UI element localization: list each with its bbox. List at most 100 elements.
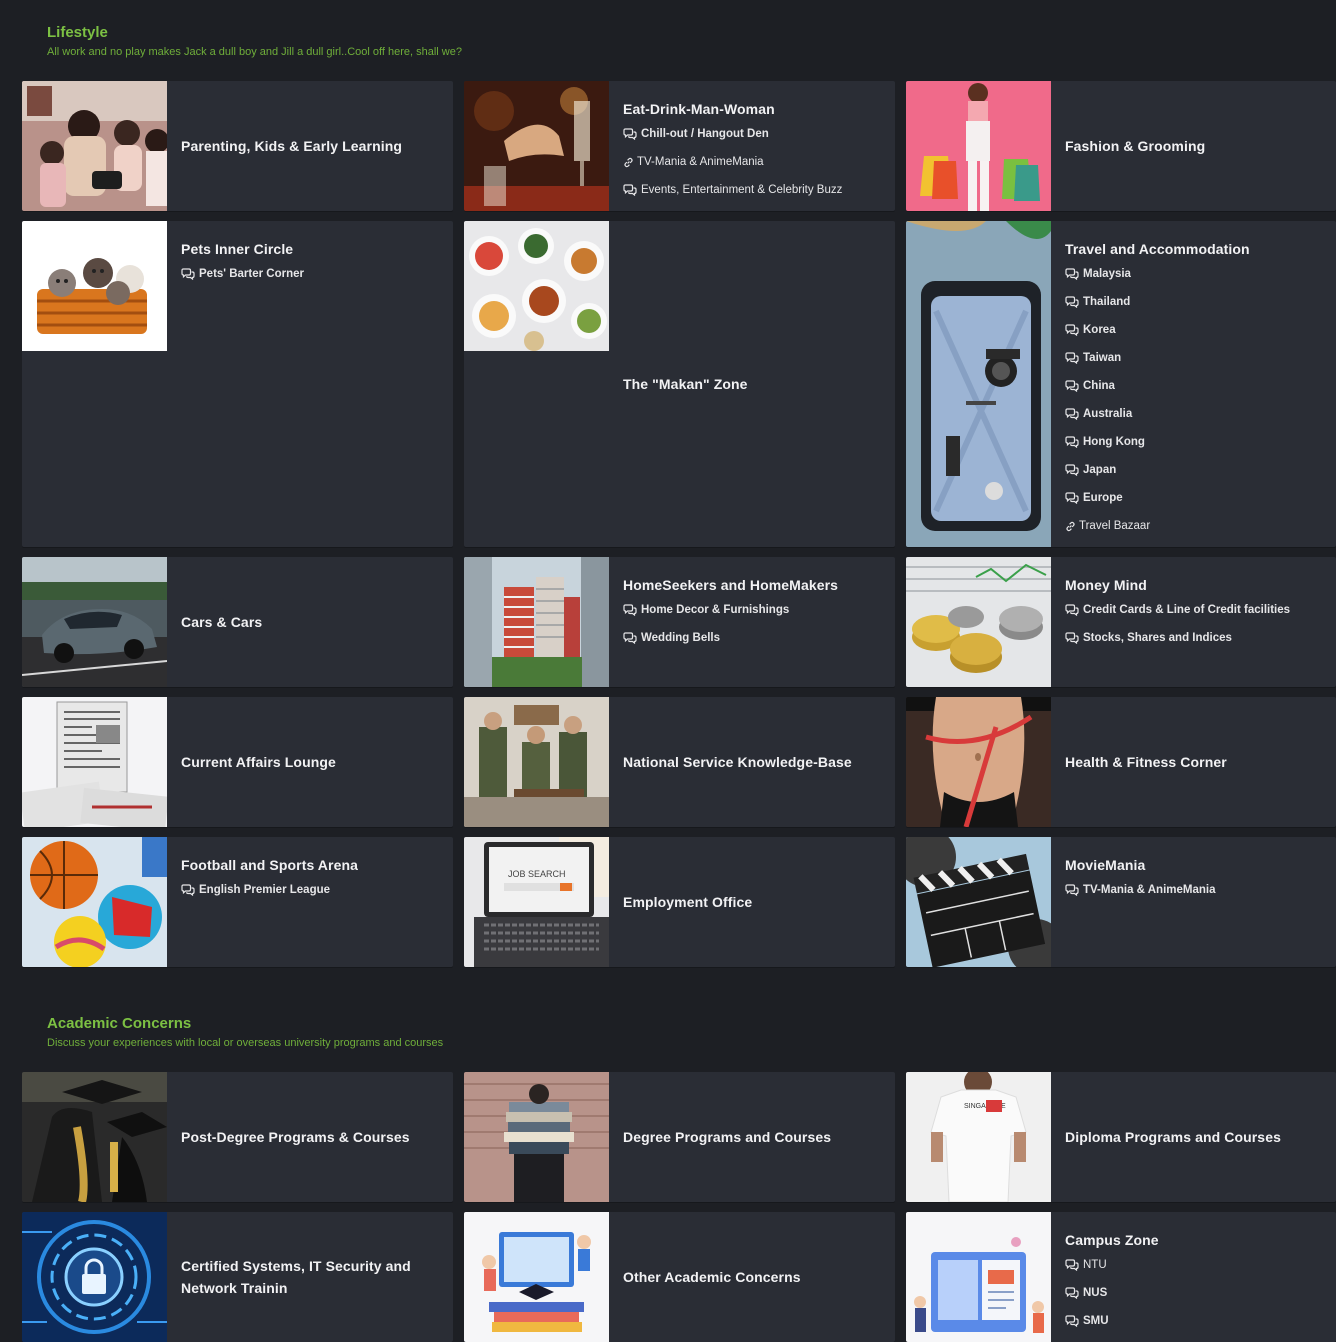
forum-card[interactable]: Other Academic Concerns <box>464 1212 895 1342</box>
subforum-link[interactable]: Travel Bazaar <box>1065 512 1326 540</box>
forum-card[interactable]: Money Mind Credit Cards & Line of Credit … <box>906 557 1336 687</box>
chat-icon <box>1065 632 1083 644</box>
forum-title[interactable]: The "Makan" Zone <box>623 373 885 395</box>
chat-icon <box>623 632 641 644</box>
forum-title[interactable]: Degree Programs and Courses <box>623 1126 885 1148</box>
forum-info: Post-Degree Programs & Courses <box>181 1072 443 1202</box>
balls-photo[interactable] <box>22 837 167 967</box>
subforum-link[interactable]: Events, Entertainment & Celebrity Buzz <box>623 176 885 204</box>
forum-card[interactable]: Parenting, Kids & Early Learning <box>22 81 453 211</box>
forum-title[interactable]: Post-Degree Programs & Courses <box>181 1126 443 1148</box>
forum-title[interactable]: Cars & Cars <box>181 611 443 633</box>
forum-card[interactable]: Post-Degree Programs & Courses <box>22 1072 453 1202</box>
forum-card[interactable]: Eat-Drink-Man-Woman Chill-out / Hangout D… <box>464 81 895 211</box>
subforum-link[interactable]: Thailand <box>1065 288 1326 316</box>
forum-card[interactable]: MovieMania TV-Mania & AnimeMania <box>906 837 1336 967</box>
forum-title[interactable]: Fashion & Grooming <box>1065 135 1326 157</box>
forum-title[interactable]: Parenting, Kids & Early Learning <box>181 135 443 157</box>
forum-card[interactable]: Health & Fitness Corner <box>906 697 1336 827</box>
forum-card[interactable]: HomeSeekers and HomeMakers Home Decor & F… <box>464 557 895 687</box>
subforum-link[interactable]: Hong Kong <box>1065 428 1326 456</box>
subforum-link[interactable]: TV-Mania & AnimeMania <box>1065 876 1326 904</box>
subforum-link[interactable]: Japan <box>1065 456 1326 484</box>
forum-title[interactable]: Health & Fitness Corner <box>1065 751 1326 773</box>
forum-card[interactable]: National Service Knowledge-Base <box>464 697 895 827</box>
security-photo[interactable] <box>22 1212 167 1342</box>
subforum-link[interactable]: Malaysia <box>1065 260 1326 288</box>
subforum-link[interactable]: Stocks, Shares and Indices <box>1065 624 1326 652</box>
chat-icon <box>1065 324 1083 336</box>
forum-title[interactable]: Campus Zone <box>1065 1229 1326 1251</box>
books-photo[interactable] <box>464 1072 609 1202</box>
forum-card[interactable]: Campus Zone NTU NUS SMU <box>906 1212 1336 1342</box>
shopping-photo[interactable] <box>906 81 1051 211</box>
forum-card[interactable]: Pets Inner Circle Pets' Barter Corner <box>22 221 453 547</box>
subforum-link[interactable]: NTU <box>1065 1251 1326 1279</box>
subforum-link[interactable]: Taiwan <box>1065 344 1326 372</box>
newspaper-photo[interactable] <box>22 697 167 827</box>
kittens-photo[interactable] <box>22 221 167 547</box>
family-photo[interactable] <box>22 81 167 211</box>
subforum-link[interactable]: SMU <box>1065 1307 1326 1335</box>
graduation-photo[interactable] <box>22 1072 167 1202</box>
subforum-label: Events, Entertainment & Celebrity Buzz <box>641 184 843 196</box>
subforum-link[interactable]: Wedding Bells <box>623 624 885 652</box>
forum-title[interactable]: Employment Office <box>623 891 885 913</box>
forum-info: HomeSeekers and HomeMakers Home Decor & F… <box>623 574 885 652</box>
soldiers-photo[interactable] <box>464 697 609 827</box>
forum-card[interactable]: Travel and Accommodation Malaysia Thailand… <box>906 221 1336 547</box>
buildings-photo[interactable] <box>464 557 609 687</box>
clapperboard-photo[interactable] <box>906 837 1051 967</box>
forum-title[interactable]: Current Affairs Lounge <box>181 751 443 773</box>
subforum-link[interactable]: Australia <box>1065 400 1326 428</box>
section-title[interactable]: Academic Concerns <box>47 1015 443 1033</box>
forum-title[interactable]: Other Academic Concerns <box>623 1266 885 1288</box>
subforum-link[interactable]: Home Decor & Furnishings <box>623 596 885 624</box>
forum-title[interactable]: Travel and Accommodation <box>1065 238 1326 260</box>
fitness-photo[interactable] <box>906 697 1051 827</box>
food-photo[interactable] <box>464 221 609 547</box>
subforum-link[interactable]: Korea <box>1065 316 1326 344</box>
subforum-link[interactable]: Chill-out / Hangout Den <box>623 120 885 148</box>
campus-illustration[interactable] <box>906 1212 1051 1342</box>
forum-title[interactable]: HomeSeekers and HomeMakers <box>623 574 885 596</box>
subforum-link[interactable]: China <box>1065 372 1326 400</box>
forum-title[interactable]: Diploma Programs and Courses <box>1065 1126 1326 1148</box>
forum-title[interactable]: Eat-Drink-Man-Woman <box>623 98 885 120</box>
coins-photo[interactable] <box>906 557 1051 687</box>
forum-card[interactable]: Football and Sports Arena English Premier… <box>22 837 453 967</box>
subforum-link[interactable]: Europe <box>1065 484 1326 512</box>
forum-title[interactable]: Money Mind <box>1065 574 1326 596</box>
forum-info: Current Affairs Lounge <box>181 697 443 827</box>
forum-title[interactable]: Certified Systems, IT Security and Netwo… <box>181 1255 443 1299</box>
dining-photo[interactable] <box>464 81 609 211</box>
forum-title[interactable]: Football and Sports Arena <box>181 854 443 876</box>
forum-card[interactable]: JOB SEARCH Employment Office <box>464 837 895 967</box>
forum-card[interactable]: Certified Systems, IT Security and Netwo… <box>22 1212 453 1342</box>
forum-title[interactable]: National Service Knowledge-Base <box>623 751 885 773</box>
forum-card[interactable]: The "Makan" Zone <box>464 221 895 547</box>
forum-card[interactable]: SINGAPORE Diploma Programs and Courses <box>906 1072 1336 1202</box>
car-photo[interactable] <box>22 557 167 687</box>
forum-card[interactable]: Fashion & Grooming <box>906 81 1336 211</box>
forum-card[interactable]: Cars & Cars <box>22 557 453 687</box>
forum-card[interactable]: Current Affairs Lounge <box>22 697 453 827</box>
subforum-label: Taiwan <box>1083 352 1122 364</box>
forum-title[interactable]: Pets Inner Circle <box>181 238 443 260</box>
tshirt-photo[interactable]: SINGAPORE <box>906 1072 1051 1202</box>
subforum-link[interactable]: Credit Cards & Line of Credit facilities <box>1065 596 1326 624</box>
subforum-link[interactable]: Pets' Barter Corner <box>181 260 443 288</box>
subforum-link[interactable]: English Premier League <box>181 876 443 904</box>
section-title[interactable]: Lifestyle <box>47 24 462 42</box>
study-illustration[interactable] <box>464 1212 609 1342</box>
forum-info: MovieMania TV-Mania & AnimeMania <box>1065 854 1326 904</box>
subforum-link[interactable]: TV-Mania & AnimeMania <box>623 148 885 176</box>
forum-title[interactable]: MovieMania <box>1065 854 1326 876</box>
forum-card[interactable]: Degree Programs and Courses <box>464 1072 895 1202</box>
subforum-label: Thailand <box>1083 296 1131 308</box>
job-search-photo[interactable]: JOB SEARCH <box>464 837 609 967</box>
chat-icon <box>1065 604 1083 616</box>
forum-info: Campus Zone NTU NUS SMU <box>1065 1229 1326 1335</box>
subforum-link[interactable]: NUS <box>1065 1279 1326 1307</box>
luggage-photo[interactable] <box>906 221 1051 547</box>
